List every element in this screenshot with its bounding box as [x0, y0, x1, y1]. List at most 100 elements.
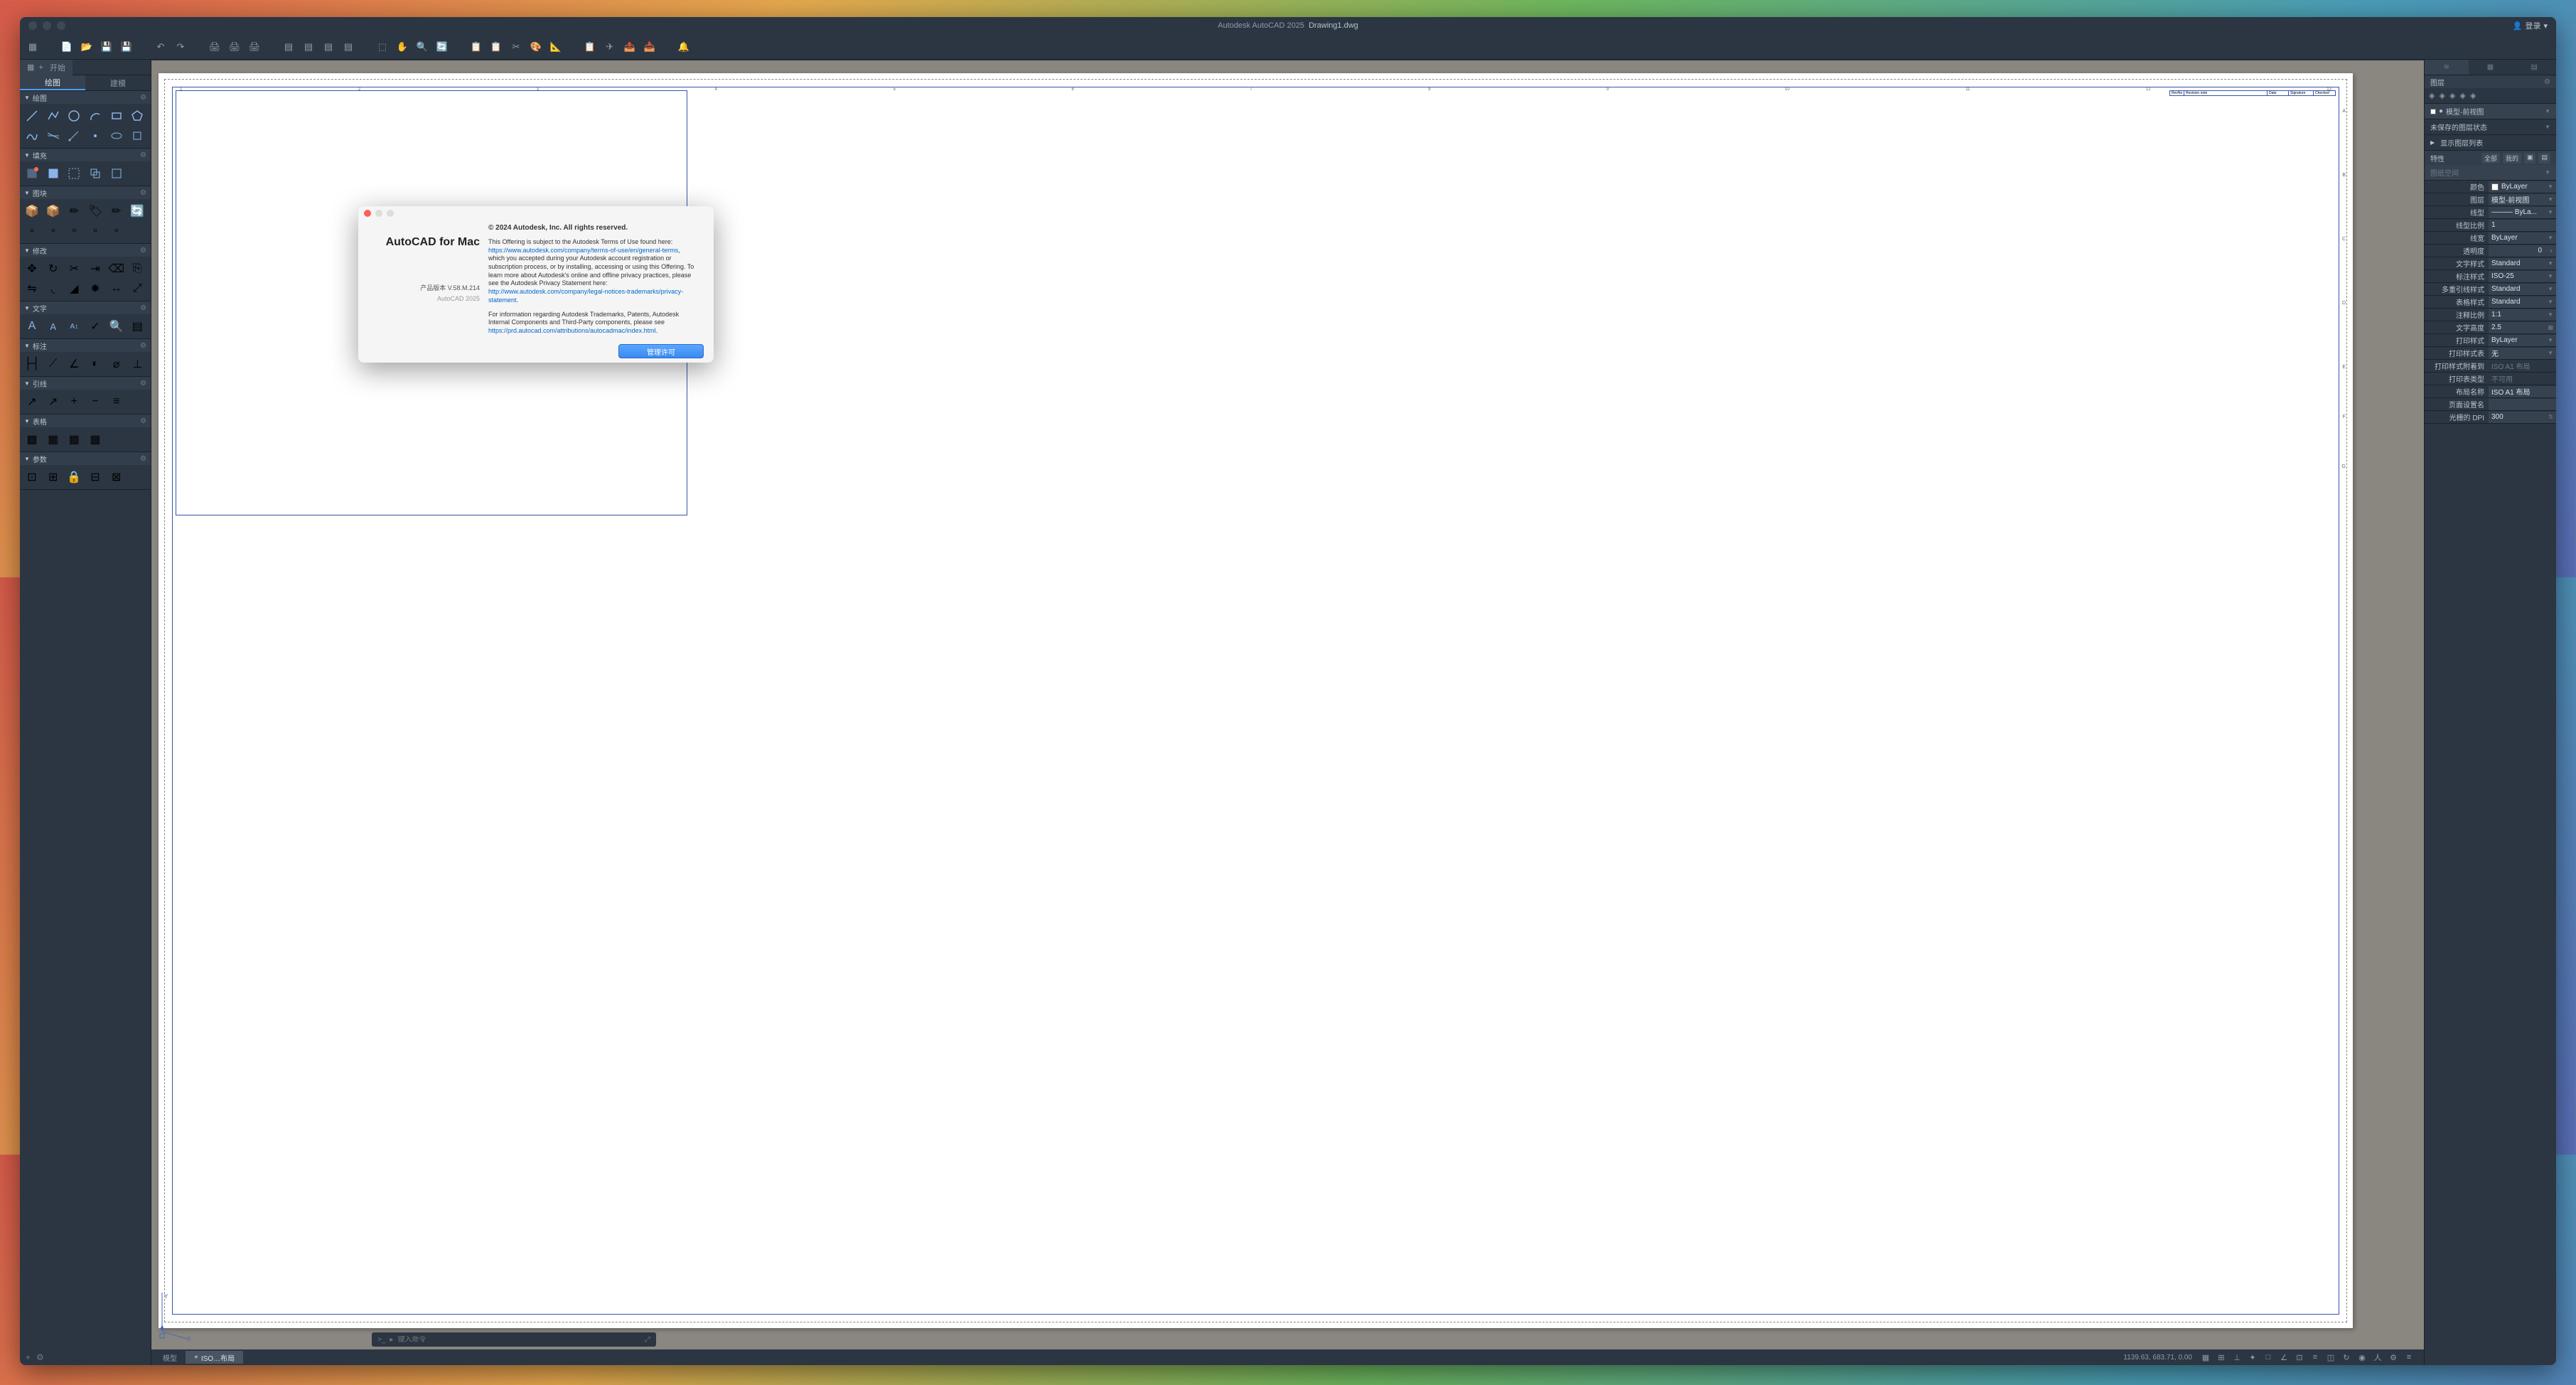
saveas-icon[interactable]: 💾 — [119, 40, 134, 54]
rtab-layers-icon[interactable]: ≋ — [2425, 60, 2469, 75]
print-preview-icon[interactable]: 🖨 — [227, 40, 242, 54]
login-button[interactable]: 👤 登录 ▾ — [2513, 20, 2548, 31]
layer-lock-icon[interactable]: ◈ — [2459, 91, 2465, 100]
mleader-icon[interactable]: ↗ — [44, 392, 63, 411]
dim-linear-icon[interactable]: ├┤ — [23, 355, 41, 373]
prop-plotstyle[interactable]: ByLayer▼ — [2489, 335, 2556, 346]
block-tool4-icon[interactable]: ▫ — [86, 222, 104, 240]
erase-tool-icon[interactable]: ⌫ — [107, 260, 126, 278]
space-selector[interactable]: 图纸空间▼ — [2425, 165, 2556, 181]
export-icon[interactable]: 📤 — [623, 40, 637, 54]
donut-tool-icon[interactable] — [128, 127, 146, 145]
rotate-tool-icon[interactable]: ↻ — [44, 260, 63, 278]
prop-dimstyle[interactable]: ISO-25▼ — [2489, 271, 2556, 282]
select-icon[interactable]: ⬚ — [375, 40, 390, 54]
hatch-tool-icon[interactable] — [23, 164, 41, 183]
pick-icon[interactable]: ▣ — [2524, 153, 2536, 164]
block-edit-icon[interactable]: ✏ — [65, 202, 83, 220]
layer2-icon[interactable]: ▤ — [301, 40, 316, 54]
gear-icon[interactable]: ⚙ — [140, 455, 146, 463]
current-layer[interactable]: ● 模型-前视图 ▼ — [2425, 104, 2556, 119]
new-file-icon[interactable]: 📄 — [60, 40, 74, 54]
prop-dpi[interactable]: 300⇅ — [2489, 412, 2556, 423]
param4-icon[interactable]: ⊟ — [86, 468, 104, 486]
gradient-tool-icon[interactable] — [44, 164, 63, 183]
print-icon[interactable]: 🖨 — [208, 40, 222, 54]
point-tool-icon[interactable] — [86, 127, 104, 145]
measure-icon[interactable]: 📐 — [549, 40, 563, 54]
constraint-icon[interactable]: ⊡ — [23, 468, 41, 486]
text-style-icon[interactable]: A↕ — [65, 317, 83, 336]
prop-plotstyletable[interactable]: 无▼ — [2489, 348, 2556, 359]
redo-icon[interactable]: ↷ — [173, 40, 188, 54]
wipeout-tool-icon[interactable] — [107, 164, 126, 183]
field-icon[interactable]: ▤ — [128, 317, 146, 336]
ortho-icon[interactable]: ⊥ — [2231, 1351, 2243, 1364]
gear-icon[interactable]: ⚙ — [140, 380, 146, 387]
gear-icon[interactable]: ⚙ — [140, 189, 146, 197]
dim-angular-icon[interactable]: ∠ — [65, 355, 83, 373]
layer-on-icon[interactable]: ● — [2439, 107, 2443, 115]
dropdown-icon[interactable]: ▼ — [2545, 108, 2550, 114]
table-link-icon[interactable]: ▦ — [86, 430, 104, 449]
start-tab[interactable]: ▦ + 开始 — [20, 60, 73, 75]
trim-tool-icon[interactable]: ✂ — [65, 260, 83, 278]
ellipse-tool-icon[interactable] — [107, 127, 126, 145]
layer-freeze-icon[interactable]: ◈ — [2449, 91, 2455, 100]
prop-textheight[interactable]: 2.5▦ — [2489, 322, 2556, 333]
table-edit-icon[interactable]: ▦ — [44, 430, 63, 449]
plot-icon[interactable]: 🖨 — [247, 40, 262, 54]
arc-tool-icon[interactable] — [86, 107, 104, 125]
maximize-window-icon[interactable] — [57, 21, 65, 30]
close-window-icon[interactable] — [28, 21, 37, 30]
anno-icon[interactable]: 人 — [2371, 1351, 2384, 1364]
copy-tool-icon[interactable]: ⎘ — [128, 260, 146, 278]
block-edit2-icon[interactable]: ✏ — [107, 202, 126, 220]
gear-icon[interactable]: ⚙ — [140, 151, 146, 159]
block-tool-icon[interactable]: ▫ — [23, 222, 41, 240]
tab-draw[interactable]: 绘图 — [20, 75, 85, 90]
param5-icon[interactable]: ⊠ — [107, 468, 126, 486]
xline-tool-icon[interactable] — [44, 127, 63, 145]
dropdown-icon[interactable]: ▼ — [2545, 124, 2550, 130]
minimize-window-icon[interactable] — [43, 21, 51, 30]
tab-model-space[interactable]: 模型 — [154, 1351, 186, 1364]
dim-diameter-icon[interactable]: ⌀ — [107, 355, 126, 373]
leader-add-icon[interactable]: + — [65, 392, 83, 411]
prop-transparency[interactable]: 0◐ — [2489, 245, 2556, 257]
gear-icon[interactable]: ⚙ — [2544, 78, 2550, 86]
polar-icon[interactable]: ✦ — [2246, 1351, 2259, 1364]
add-palette-icon[interactable]: + — [26, 1352, 31, 1362]
new-icon[interactable]: ▦ — [26, 40, 40, 54]
match-icon[interactable]: 🎨 — [529, 40, 543, 54]
block-create-icon[interactable]: 📦 — [44, 202, 63, 220]
zoom-icon[interactable]: 🔍 — [415, 40, 429, 54]
dtext-tool-icon[interactable]: A — [44, 317, 63, 336]
extend-tool-icon[interactable]: ⇥ — [86, 260, 104, 278]
pan-icon[interactable]: ✋ — [395, 40, 409, 54]
find-icon[interactable]: 🔍 — [107, 317, 126, 336]
manage-license-button[interactable]: 管理许可 — [618, 344, 704, 358]
line-tool-icon[interactable] — [23, 107, 41, 125]
block-insert-icon[interactable]: 📦 — [23, 202, 41, 220]
polyline-tool-icon[interactable] — [44, 107, 63, 125]
3dosnap-icon[interactable]: ◉ — [2356, 1351, 2368, 1364]
copy-icon[interactable]: 📋 — [489, 40, 503, 54]
leader-icon[interactable]: ↗ — [23, 392, 41, 411]
prop-ltscale[interactable]: 1 — [2489, 220, 2556, 231]
block-tool2-icon[interactable]: ▫ — [44, 222, 63, 240]
filter-all-button[interactable]: 全部 — [2481, 153, 2500, 164]
leader-rem-icon[interactable]: − — [86, 392, 104, 411]
block-attr-icon[interactable]: 🏷 — [86, 202, 104, 220]
dim-aligned-icon[interactable]: ⟋ — [44, 355, 63, 373]
cut-icon[interactable]: ✂ — [509, 40, 523, 54]
menu-icon[interactable]: ≡ — [2403, 1351, 2415, 1364]
layer-state[interactable]: 未保存的图层状态▼ — [2425, 119, 2556, 135]
snap-icon[interactable]: ⊞ — [2215, 1351, 2228, 1364]
osnap-icon[interactable]: □ — [2262, 1351, 2275, 1364]
table-export-icon[interactable]: ▦ — [65, 430, 83, 449]
spell-icon[interactable]: ✓ — [86, 317, 104, 336]
layer-new-icon[interactable]: ◈ — [2429, 91, 2435, 100]
import-icon[interactable]: 📥 — [643, 40, 657, 54]
prop-tablestyle[interactable]: Standard▼ — [2489, 296, 2556, 308]
